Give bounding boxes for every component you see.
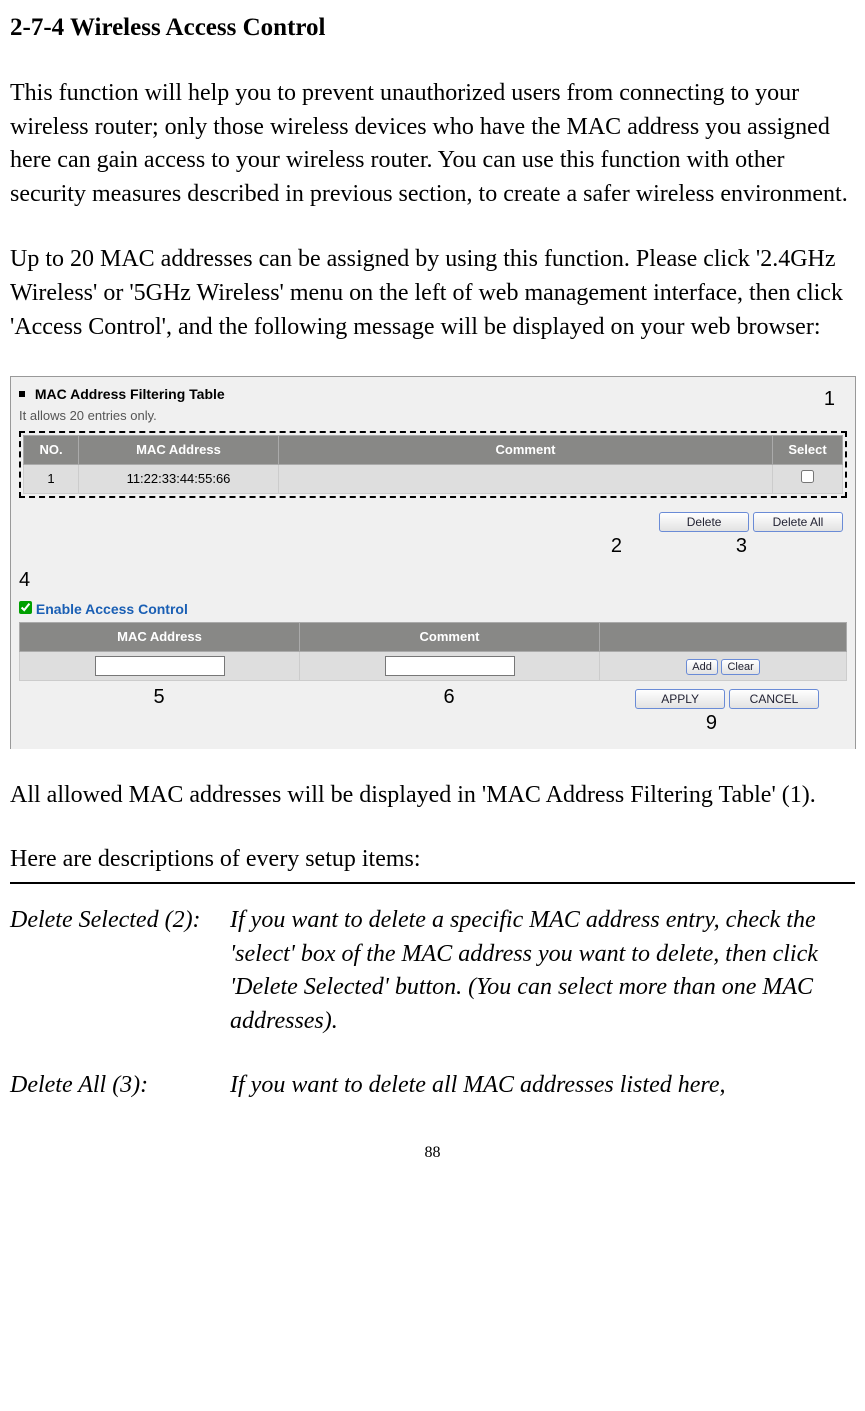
- mac-filter-screenshot: 1 MAC Address Filtering Table It allows …: [10, 376, 856, 749]
- annotation-1: 1: [824, 385, 835, 413]
- post-screenshot-text: All allowed MAC addresses will be displa…: [10, 779, 855, 813]
- table-header-select: Select: [773, 435, 843, 464]
- annotation-3: 3: [736, 532, 747, 560]
- mac-address-input[interactable]: [95, 656, 225, 676]
- annotation-6: 6: [443, 683, 454, 711]
- input-header-comment: Comment: [300, 622, 600, 651]
- mac-filter-title: MAC Address Filtering Table: [35, 386, 225, 402]
- annotation-4: 4: [19, 566, 847, 594]
- clear-button[interactable]: Clear: [721, 659, 759, 675]
- setup-item-label: Delete All (3):: [10, 1069, 230, 1103]
- add-button[interactable]: Add: [686, 659, 718, 675]
- setup-item-desc: If you want to delete all MAC addresses …: [230, 1069, 855, 1103]
- table-header-comment: Comment: [279, 435, 773, 464]
- intro-paragraph-2: Up to 20 MAC addresses can be assigned b…: [10, 243, 855, 344]
- table-row: 1 11:22:33:44:55:66: [24, 465, 843, 494]
- annotation-2: 2: [611, 532, 622, 560]
- separator-line: [10, 882, 855, 884]
- enable-access-control-label: Enable Access Control: [36, 601, 188, 617]
- bullet-icon: [19, 391, 25, 397]
- input-header-mac: MAC Address: [20, 622, 300, 651]
- input-header-actions: [600, 622, 847, 651]
- comment-input[interactable]: [385, 656, 515, 676]
- annotation-5: 5: [153, 683, 164, 711]
- mac-filter-subtitle: It allows 20 entries only.: [19, 407, 847, 425]
- delete-button[interactable]: Delete: [659, 512, 749, 532]
- table-header-mac: MAC Address: [79, 435, 279, 464]
- dashed-highlight: NO. MAC Address Comment Select 1 11:22:3…: [19, 431, 847, 498]
- select-checkbox[interactable]: [801, 470, 814, 483]
- delete-all-button[interactable]: Delete All: [753, 512, 843, 532]
- cell-select: [773, 465, 843, 494]
- setup-item-desc: If you want to delete a specific MAC add…: [230, 904, 855, 1038]
- cell-comment: [279, 465, 773, 494]
- intro-paragraph-1: This function will help you to prevent u…: [10, 77, 855, 211]
- cell-no: 1: [24, 465, 79, 494]
- page-number: 88: [10, 1142, 855, 1164]
- table-header-no: NO.: [24, 435, 79, 464]
- cell-mac: 11:22:33:44:55:66: [79, 465, 279, 494]
- apply-button[interactable]: APPLY: [635, 689, 725, 709]
- enable-access-control-checkbox[interactable]: [19, 601, 32, 614]
- setup-item-row: Delete Selected (2): If you want to dele…: [10, 904, 855, 1038]
- input-row: Add Clear: [20, 652, 847, 681]
- items-intro: Here are descriptions of every setup ite…: [10, 843, 855, 877]
- mac-filter-table: NO. MAC Address Comment Select 1 11:22:3…: [23, 435, 843, 494]
- annotation-9: 9: [706, 709, 717, 737]
- cancel-button[interactable]: CANCEL: [729, 689, 819, 709]
- mac-input-table: MAC Address Comment Add Clear: [19, 622, 847, 681]
- setup-item-label: Delete Selected (2):: [10, 904, 230, 1038]
- section-title: 2-7-4 Wireless Access Control: [10, 10, 855, 45]
- setup-item-row: Delete All (3): If you want to delete al…: [10, 1069, 855, 1103]
